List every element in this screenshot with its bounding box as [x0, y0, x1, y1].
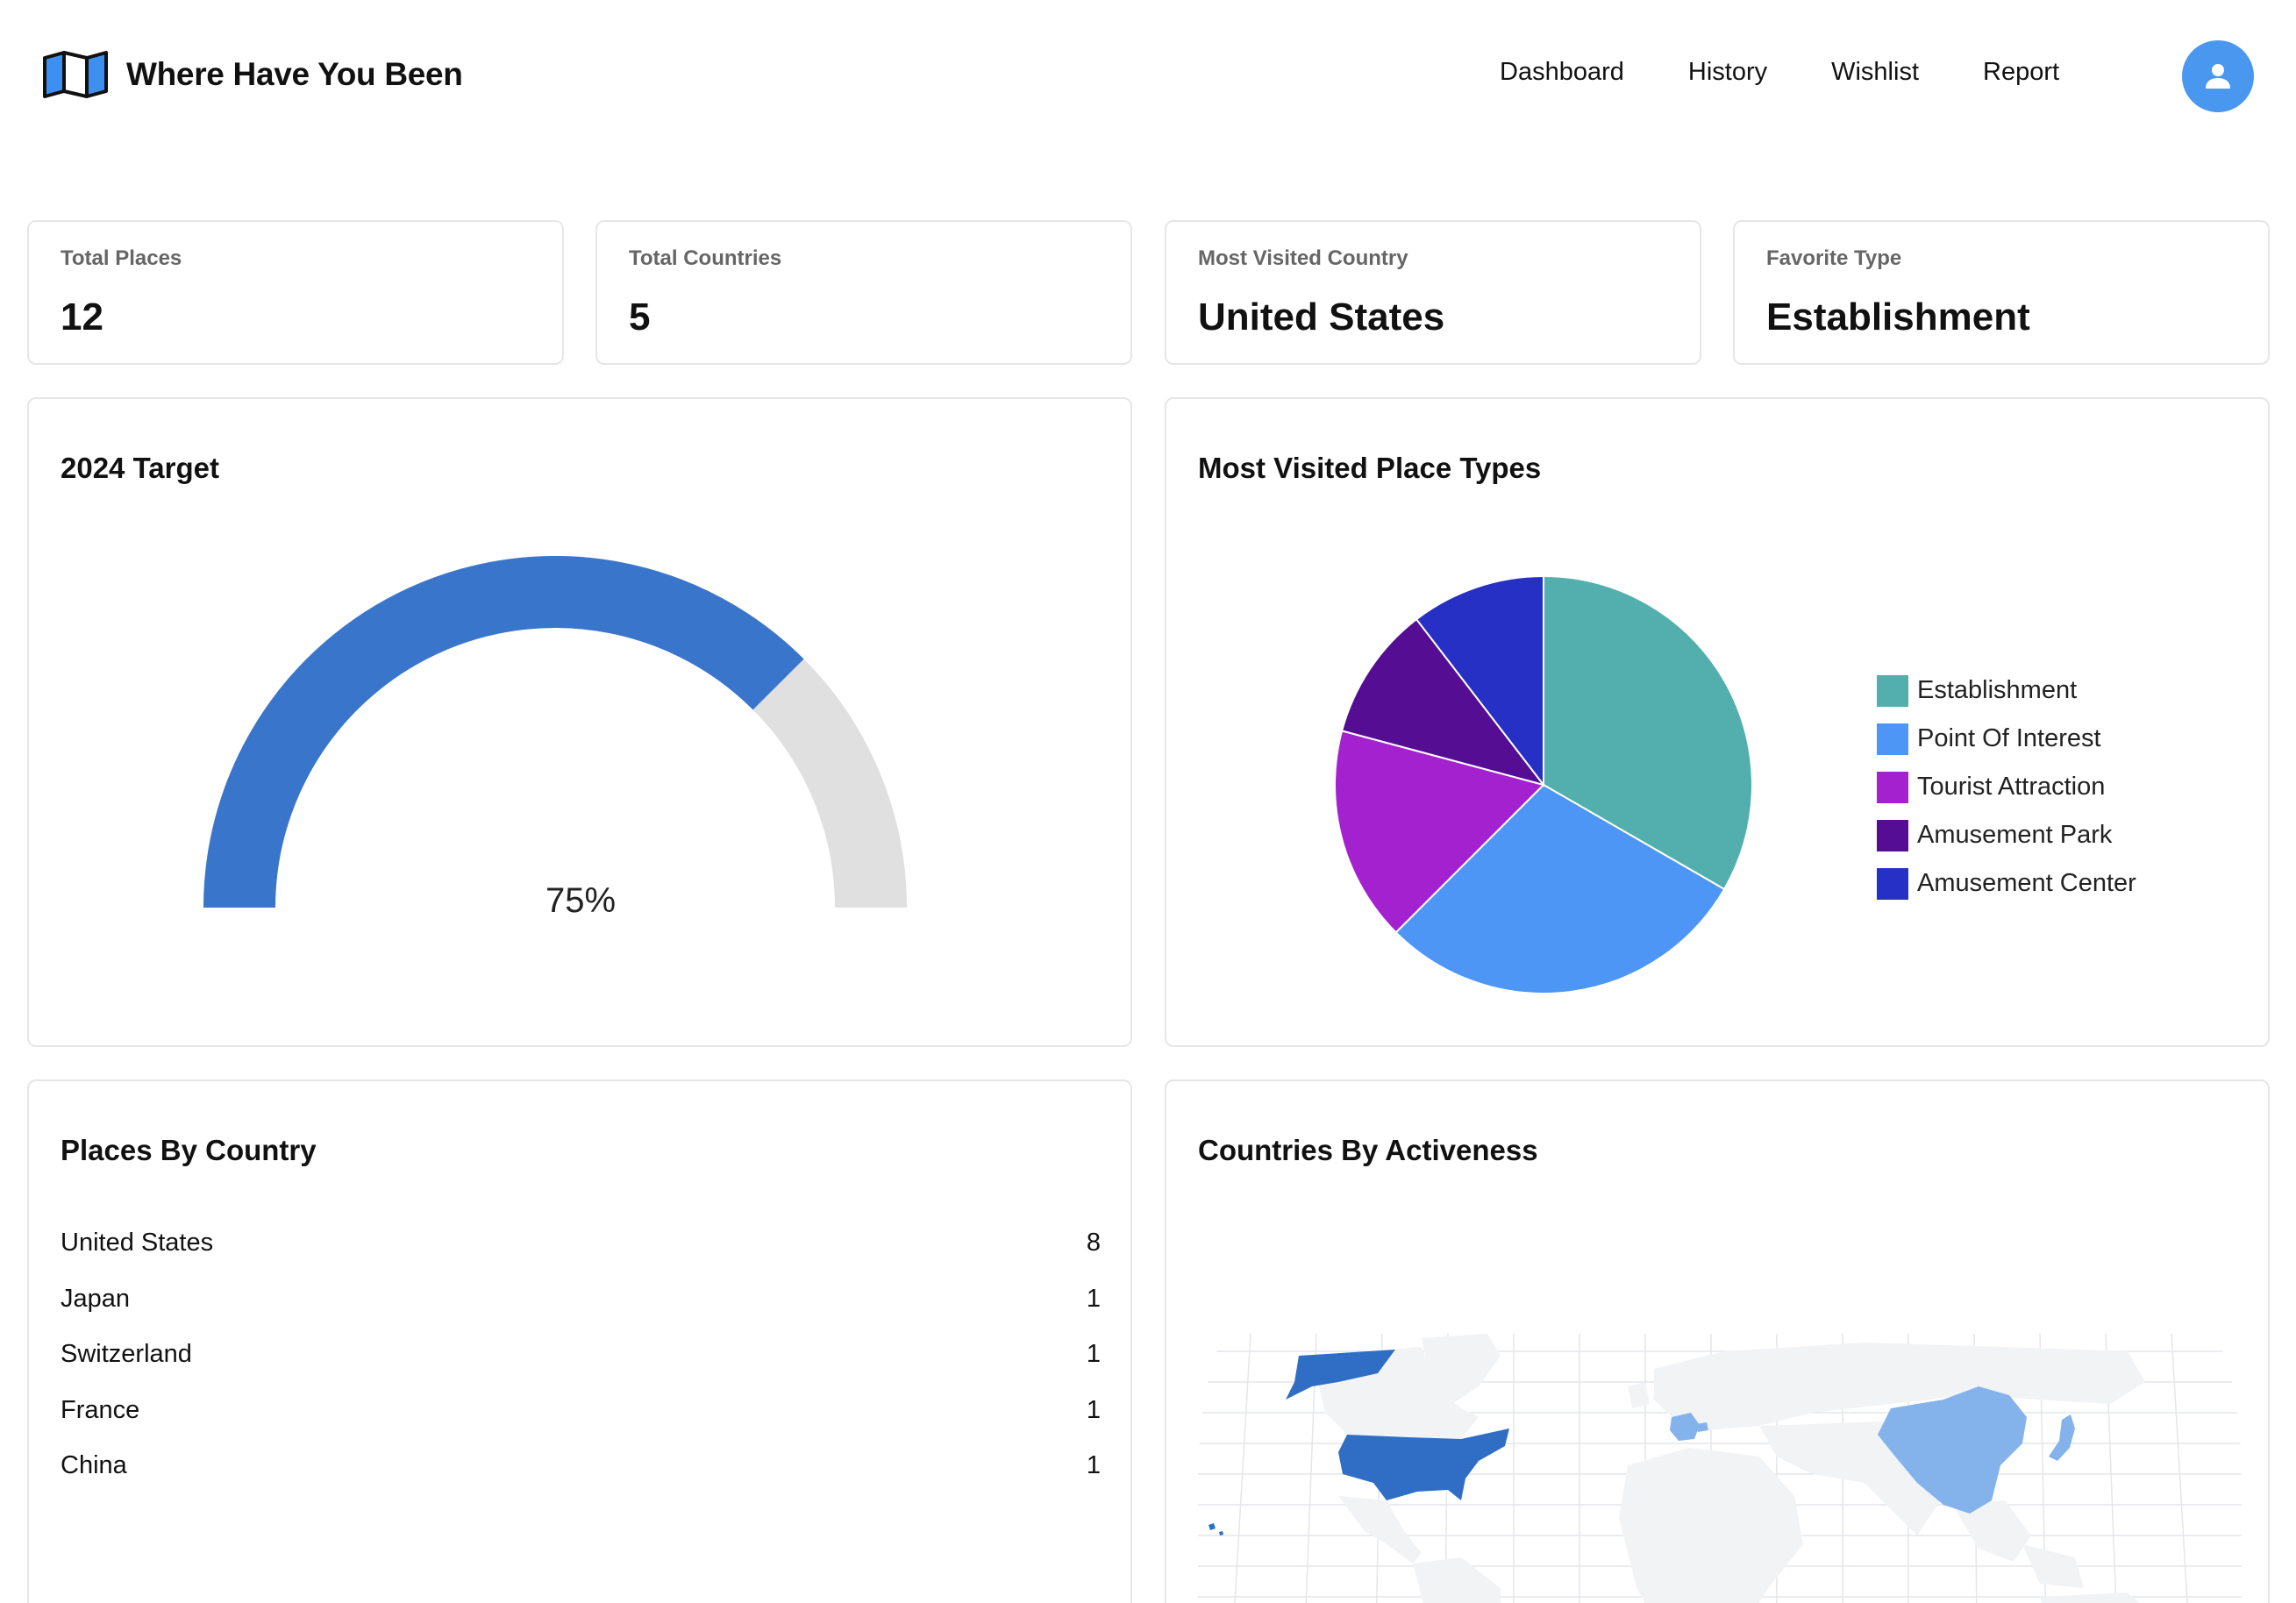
target-card: 2024 Target 75% [27, 397, 1132, 1047]
places-by-country-title: Places By Country [61, 1134, 317, 1166]
country-name: Japan [61, 1284, 131, 1313]
country-row: United States 8 [61, 1229, 1101, 1285]
stat-value: Establishment [1766, 296, 2030, 338]
nav-wishlist[interactable]: Wishlist [1831, 58, 1919, 87]
map-country-united-states-hawaii [1209, 1523, 1223, 1535]
legend-swatch [1877, 674, 1908, 707]
country-count: 1 [1086, 1395, 1101, 1424]
country-list: United States 8 Japan 1 Switzerland 1 Fr… [61, 1229, 1101, 1507]
stat-card-total-countries: Total Countries 5 [595, 220, 1132, 365]
country-name: France [61, 1395, 140, 1424]
place-types-title: Most Visited Place Types [1198, 452, 1542, 484]
stat-label: Most Visited Country [1198, 246, 1408, 270]
pie-legend: Establishment Point Of Interest Tourist … [1877, 666, 2136, 908]
place-types-pie-chart [1334, 574, 1753, 994]
stat-label: Favorite Type [1766, 246, 1902, 270]
legend-label: Point Of Interest [1917, 724, 2101, 752]
legend-label: Tourist Attraction [1917, 773, 2106, 801]
legend-item[interactable]: Amusement Center [1877, 859, 2136, 908]
app-header: Where Have You Been Dashboard History Wi… [0, 0, 2296, 149]
app-logo[interactable]: Where Have You Been [42, 51, 463, 98]
stat-card-favorite-type: Favorite Type Establishment [1733, 220, 2270, 365]
country-name: China [61, 1451, 127, 1479]
legend-item[interactable]: Establishment [1877, 666, 2136, 715]
legend-swatch [1877, 723, 1908, 755]
country-row: China 1 [61, 1451, 1101, 1507]
app-title: Where Have You Been [126, 56, 463, 92]
legend-label: Establishment [1917, 676, 2078, 704]
legend-label: Amusement Center [1917, 869, 2136, 897]
country-count: 1 [1086, 1451, 1101, 1479]
stat-value: United States [1198, 296, 1445, 338]
country-count: 1 [1086, 1340, 1101, 1368]
nav-history[interactable]: History [1688, 58, 1767, 87]
world-map[interactable] [1198, 1334, 2242, 1603]
place-types-card: Most Visited Place Types Establishment P… [1165, 397, 2270, 1047]
legend-label: Amusement Park [1917, 821, 2113, 849]
user-avatar-button[interactable] [2182, 40, 2254, 112]
map-country-united-states [1338, 1428, 1509, 1500]
places-by-country-card: Places By Country United States 8 Japan … [27, 1079, 1132, 1603]
nav-dashboard[interactable]: Dashboard [1500, 58, 1624, 87]
country-name: Switzerland [61, 1340, 192, 1368]
legend-swatch [1877, 867, 1908, 900]
user-icon [2206, 64, 2230, 89]
country-count: 8 [1086, 1229, 1101, 1257]
map-country-japan [2049, 1414, 2075, 1461]
main-nav: Dashboard History Wishlist Report [1500, 58, 2059, 87]
countries-activeness-card: Countries By Activeness [1165, 1079, 2270, 1603]
stat-card-most-visited-country: Most Visited Country United States [1165, 220, 1701, 365]
legend-item[interactable]: Tourist Attraction [1877, 763, 2136, 811]
legend-swatch [1877, 771, 1908, 803]
legend-item[interactable]: Point Of Interest [1877, 715, 2136, 763]
map-country-switzerland [1696, 1422, 1708, 1432]
target-percent-label: 75% [545, 881, 617, 920]
country-name: United States [61, 1229, 214, 1257]
gauge-fill [203, 556, 804, 908]
stat-card-total-places: Total Places 12 [27, 220, 564, 365]
legend-item[interactable]: Amusement Park [1877, 811, 2136, 859]
country-count: 1 [1086, 1284, 1101, 1313]
map-icon [43, 51, 108, 98]
stat-value: 5 [629, 296, 651, 338]
legend-swatch [1877, 819, 1908, 851]
target-gauge [203, 556, 907, 908]
country-row: Japan 1 [61, 1285, 1101, 1341]
stat-label: Total Places [61, 246, 182, 270]
country-row: Switzerland 1 [61, 1340, 1101, 1396]
country-row: France 1 [61, 1396, 1101, 1452]
stat-label: Total Countries [629, 246, 782, 270]
stat-value: 12 [61, 296, 103, 338]
countries-activeness-title: Countries By Activeness [1198, 1134, 1538, 1166]
nav-report[interactable]: Report [1983, 58, 2059, 87]
target-title: 2024 Target [61, 452, 219, 484]
